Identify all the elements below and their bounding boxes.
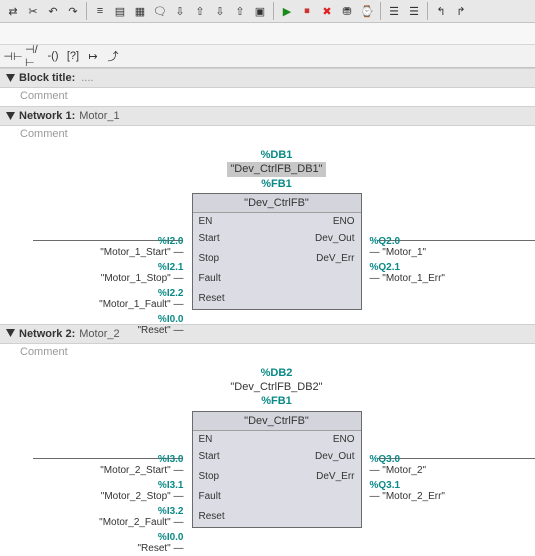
io-tag[interactable]: %I2.0"Motor_1_Start" — [100, 236, 183, 258]
main-toolbar: ⇄ ✂ ↶ ↷ ≡ ▤ ▦ 🗨 ⇩ ⇧ ⇩ ⇧ ▣ ▶ ⏹ ✖ ⛃ ⌚ ☰ ☰ … [0, 0, 535, 23]
go-left-icon[interactable]: ↰ [432, 2, 450, 20]
stop-icon[interactable]: ⏹ [298, 2, 316, 20]
io-tag[interactable]: %I3.2"Motor_2_Fault" — [99, 506, 183, 528]
download-db-icon[interactable]: ⇩ [211, 2, 229, 20]
block-comment[interactable]: Comment [0, 88, 535, 106]
play-icon[interactable]: ▶ [278, 2, 296, 20]
box-icon[interactable]: [?] [64, 47, 82, 65]
jump-icon[interactable]: ⤴ [104, 47, 122, 65]
db-name[interactable]: "Dev_CtrlFB_DB2" [230, 381, 322, 393]
network-body: %DB2 "Dev_CtrlFB_DB2" %FB1 "Dev_CtrlFB" … [0, 362, 535, 542]
pin-label: Reset [199, 293, 225, 304]
fb-name: "Dev_CtrlFB" [193, 412, 361, 431]
arrow-swap-icon[interactable]: ⇄ [4, 2, 22, 20]
rotate-left-icon[interactable]: ↶ [44, 2, 62, 20]
pin-label: DeV_Err [316, 471, 354, 482]
pin-label: Fault [199, 273, 221, 284]
db-name[interactable]: "Dev_CtrlFB_DB1" [227, 162, 325, 176]
fb-block[interactable]: "Dev_CtrlFB" EN ENO Start Dev_Out Stop DeV… [192, 193, 362, 310]
outputs-column: %Q2.0— "Motor_1" %Q2.1— "Motor_1_Err" [370, 234, 445, 286]
io-tag[interactable]: %I2.2"Motor_1_Fault" — [99, 288, 183, 310]
toolbar-separator [380, 2, 381, 20]
network-header[interactable]: Network 1: Motor_1 [0, 106, 535, 126]
device-time-icon[interactable]: ⌚ [358, 2, 376, 20]
caret-down-icon[interactable] [6, 112, 15, 121]
fb-address: %FB1 [47, 177, 507, 191]
fb-header: %DB1 "Dev_CtrlFB_DB1" %FB1 [47, 148, 507, 191]
network-label: Network 2: [19, 328, 75, 340]
list-icon[interactable]: ≡ [91, 2, 109, 20]
form-icon[interactable]: ▤ [111, 2, 129, 20]
io-tag[interactable]: %Q2.0— "Motor_1" [370, 236, 427, 258]
go-online-icon[interactable]: ☰ [385, 2, 403, 20]
block-title-label: Block title: [19, 72, 75, 84]
block-title-value[interactable]: .... [81, 72, 93, 84]
inputs-column: %I2.0"Motor_1_Start" — %I2.1"Motor_1_Sto… [99, 234, 183, 338]
en-pin: EN [199, 216, 213, 227]
pin-label: Start [199, 451, 220, 462]
io-tag[interactable]: %Q2.1— "Motor_1_Err" [370, 262, 445, 284]
branch-icon[interactable]: ↦ [84, 47, 102, 65]
eno-pin: ENO [333, 216, 355, 227]
toolbar-separator [273, 2, 274, 20]
coil-icon[interactable]: -() [44, 47, 62, 65]
caret-down-icon[interactable] [6, 74, 15, 83]
io-tag[interactable]: %I0.0"Reset" — [137, 532, 183, 554]
pin-label: Dev_Out [315, 451, 354, 462]
download-icon[interactable]: ⇩ [171, 2, 189, 20]
toolbar-separator [86, 2, 87, 20]
go-offline-icon[interactable]: ☰ [405, 2, 423, 20]
warning-icon[interactable]: ✖ [318, 2, 336, 20]
contact-no-icon[interactable]: ⊣⊢ [4, 47, 22, 65]
pin-label: Stop [199, 253, 220, 264]
io-tag[interactable]: %I0.0"Reset" — [137, 314, 183, 336]
pin-label: Fault [199, 491, 221, 502]
outputs-column: %Q3.0— "Motor_2" %Q3.1— "Motor_2_Err" [370, 452, 445, 504]
io-tag[interactable]: %I3.1"Motor_2_Stop" — [101, 480, 184, 502]
io-tag[interactable]: %I3.0"Motor_2_Start" — [100, 454, 183, 476]
speech-icon[interactable]: 🗨 [151, 2, 169, 20]
network-header[interactable]: Network 2: Motor_2 [0, 324, 535, 344]
toolbar-separator [427, 2, 428, 20]
block-title-bar[interactable]: Block title: .... [0, 68, 535, 88]
device-online-icon[interactable]: ⛃ [338, 2, 356, 20]
fb-block[interactable]: "Dev_CtrlFB" EN ENO Start Dev_Out Stop DeV… [192, 411, 362, 528]
eno-pin: ENO [333, 434, 355, 445]
io-tag[interactable]: %Q3.1— "Motor_2_Err" [370, 480, 445, 502]
fb-header: %DB2 "Dev_CtrlFB_DB2" %FB1 [47, 366, 507, 409]
rotate-right-icon[interactable]: ↷ [64, 2, 82, 20]
go-right-icon[interactable]: ↱ [452, 2, 470, 20]
cut-icon[interactable]: ✂ [24, 2, 42, 20]
spacer [0, 23, 535, 45]
inputs-column: %I3.0"Motor_2_Start" — %I3.1"Motor_2_Sto… [99, 452, 183, 556]
network-label: Network 1: [19, 110, 75, 122]
upload-db-icon[interactable]: ⇧ [231, 2, 249, 20]
pin-label: Reset [199, 511, 225, 522]
device-icon[interactable]: ▣ [251, 2, 269, 20]
network-comment[interactable]: Comment [0, 126, 535, 144]
pin-label: DeV_Err [316, 253, 354, 264]
fb-name: "Dev_CtrlFB" [193, 194, 361, 213]
lad-toolbar: ⊣⊢ ⊣/⊢ -() [?] ↦ ⤴ [0, 45, 535, 68]
upload-icon[interactable]: ⇧ [191, 2, 209, 20]
pin-label: Start [199, 233, 220, 244]
layout-icon[interactable]: ▦ [131, 2, 149, 20]
db-address: %DB1 [47, 148, 507, 162]
caret-down-icon[interactable] [6, 329, 15, 338]
io-tag[interactable]: %I2.1"Motor_1_Stop" — [101, 262, 184, 284]
pin-label: Stop [199, 471, 220, 482]
network-comment[interactable]: Comment [0, 344, 535, 362]
en-pin: EN [199, 434, 213, 445]
io-tag[interactable]: %Q3.0— "Motor_2" [370, 454, 427, 476]
network-name[interactable]: Motor_1 [79, 110, 119, 122]
db-address: %DB2 [47, 366, 507, 380]
contact-nc-icon[interactable]: ⊣/⊢ [24, 47, 42, 65]
network-body: %DB1 "Dev_CtrlFB_DB1" %FB1 "Dev_CtrlFB" … [0, 144, 535, 324]
pin-label: Dev_Out [315, 233, 354, 244]
fb-address: %FB1 [47, 394, 507, 408]
